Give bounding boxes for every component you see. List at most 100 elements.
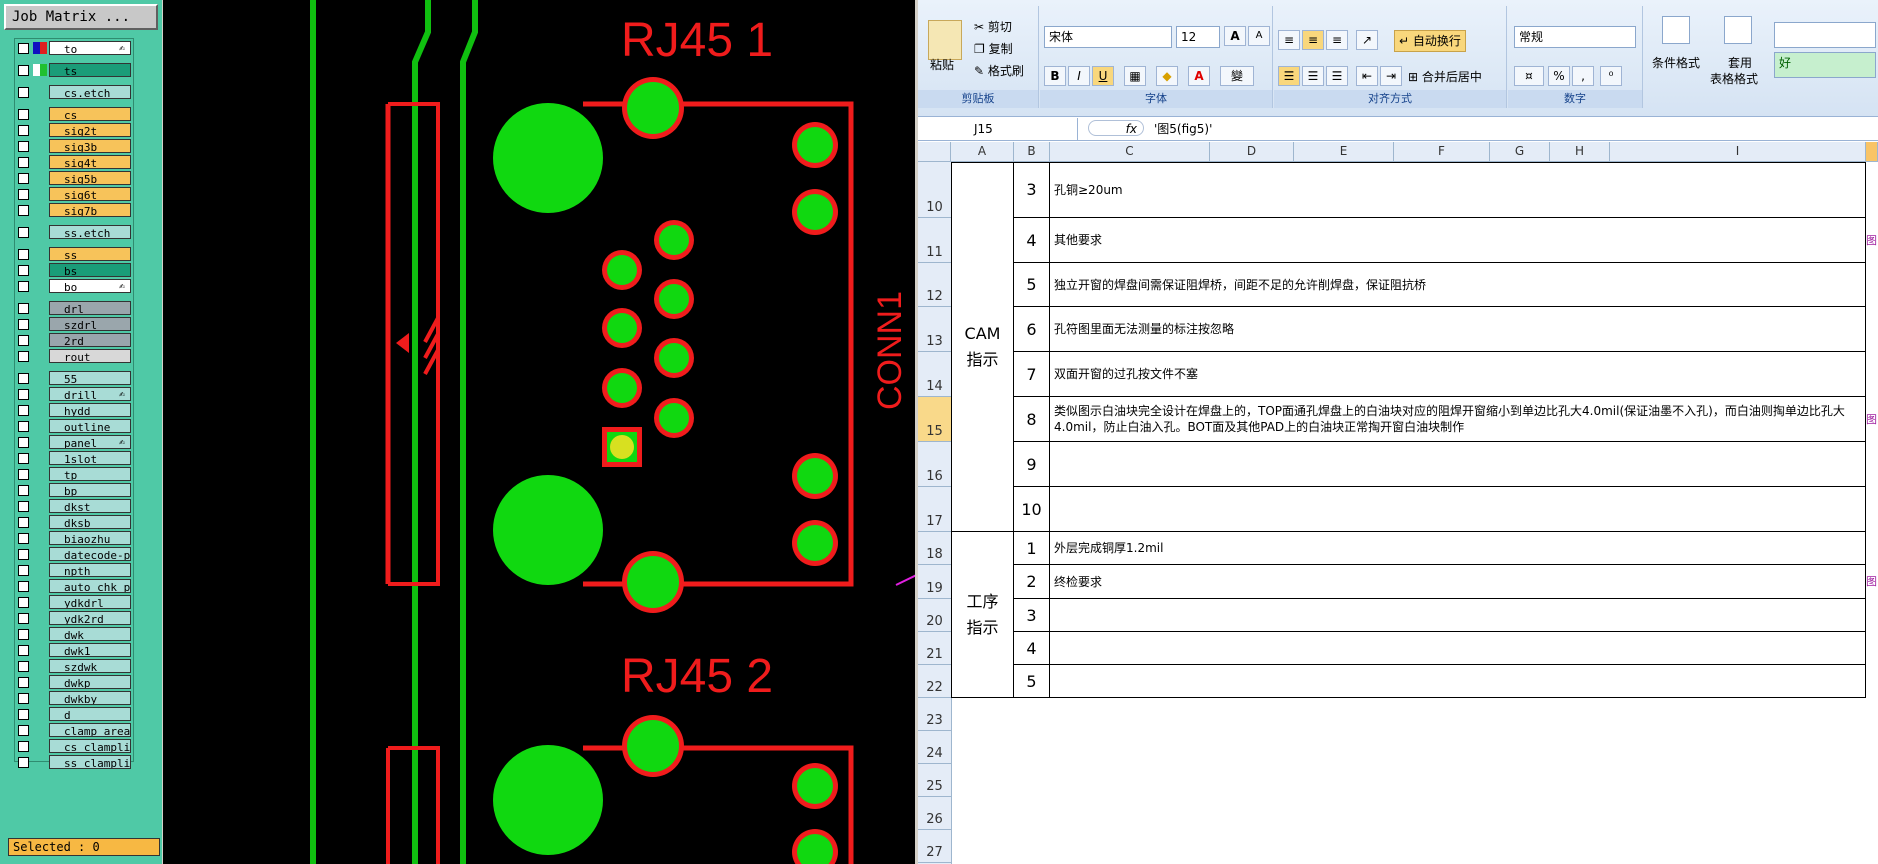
layer-row[interactable]: ss.etch bbox=[15, 225, 133, 240]
layer-checkbox[interactable] bbox=[18, 319, 29, 330]
cell-requirement[interactable] bbox=[1050, 665, 1866, 698]
layer-name[interactable]: npth bbox=[49, 563, 131, 577]
layer-name[interactable]: ss_clampline bbox=[49, 755, 131, 769]
layer-name[interactable]: 2rd bbox=[49, 333, 131, 347]
align-bottom-button[interactable]: ≡ bbox=[1326, 30, 1348, 50]
italic-button[interactable]: I bbox=[1068, 66, 1090, 86]
layer-row[interactable]: sig7b bbox=[15, 203, 133, 218]
layer-checkbox[interactable] bbox=[18, 125, 29, 136]
cell-number[interactable]: 7 bbox=[1014, 352, 1050, 397]
formula-input[interactable]: '图5(fig5)' bbox=[1154, 118, 1874, 140]
cell-requirement[interactable]: 双面开窗的过孔按文件不塞 bbox=[1050, 352, 1866, 397]
group-process-instructions[interactable]: 工序 指示 bbox=[951, 532, 1014, 698]
comma-button[interactable]: , bbox=[1572, 66, 1594, 86]
layer-name[interactable]: cs_clampline bbox=[49, 739, 131, 753]
layer-row[interactable]: szdrl bbox=[15, 317, 133, 332]
align-right-button[interactable]: ☰ bbox=[1326, 66, 1348, 86]
paste-button[interactable]: 粘贴 bbox=[930, 56, 954, 73]
cell-number[interactable]: 4 bbox=[1014, 218, 1050, 263]
layer-name[interactable]: sig4t bbox=[49, 155, 131, 169]
layer-name[interactable]: ydk2rd bbox=[49, 611, 131, 625]
layer-checkbox[interactable] bbox=[18, 351, 29, 362]
layer-row[interactable]: bo ✍ bbox=[15, 279, 133, 294]
layer-checkbox[interactable] bbox=[18, 533, 29, 544]
layer-name[interactable]: bs bbox=[49, 263, 131, 277]
worksheet[interactable]: 3 孔铜≥20um 4 其他要求图 5 独立开窗的焊盘间需保证阻焊桥，间距不足的允许削焊盘… bbox=[918, 162, 1878, 864]
layer-name[interactable]: datecode-pbe bbox=[49, 547, 131, 561]
layer-row[interactable]: d bbox=[15, 707, 133, 722]
layer-checkbox[interactable] bbox=[18, 725, 29, 736]
style-normal-swatch[interactable] bbox=[1774, 22, 1876, 48]
conditional-format-button[interactable]: 条件格式 bbox=[1652, 54, 1700, 71]
layer-row[interactable]: auto_chk_pn bbox=[15, 579, 133, 594]
shrink-font-button[interactable]: A bbox=[1248, 26, 1270, 46]
layer-row[interactable]: ydk2rd bbox=[15, 611, 133, 626]
decimal-button[interactable]: ⁰ bbox=[1600, 66, 1622, 86]
cell-requirement[interactable] bbox=[1050, 599, 1866, 632]
layer-checkbox[interactable] bbox=[18, 453, 29, 464]
column-header[interactable]: B bbox=[1014, 142, 1050, 161]
table-format-label-1[interactable]: 套用 bbox=[1728, 54, 1752, 71]
layer-row[interactable]: szdwk bbox=[15, 659, 133, 674]
column-header[interactable]: F bbox=[1394, 142, 1490, 161]
layer-checkbox[interactable] bbox=[18, 303, 29, 314]
layer-checkbox[interactable] bbox=[18, 741, 29, 752]
layer-name[interactable]: dwkp bbox=[49, 675, 131, 689]
layer-name[interactable]: ss.etch bbox=[49, 225, 131, 239]
layer-row[interactable]: drl bbox=[15, 301, 133, 316]
layer-row[interactable]: sig2t bbox=[15, 123, 133, 138]
layer-row[interactable]: dkst bbox=[15, 499, 133, 514]
cell-number[interactable]: 10 bbox=[1014, 487, 1050, 532]
layer-checkbox[interactable] bbox=[18, 517, 29, 528]
layer-checkbox[interactable] bbox=[18, 677, 29, 688]
layer-checkbox[interactable] bbox=[18, 87, 29, 98]
layer-name[interactable]: auto_chk_pn bbox=[49, 579, 131, 593]
layer-checkbox[interactable] bbox=[18, 265, 29, 276]
phonetic-button[interactable]: 變 bbox=[1220, 66, 1254, 86]
layer-name[interactable]: cs.etch bbox=[49, 85, 131, 99]
layer-checkbox[interactable] bbox=[18, 549, 29, 560]
bold-button[interactable]: B bbox=[1044, 66, 1066, 86]
column-header[interactable] bbox=[1866, 142, 1878, 161]
cell-requirement[interactable] bbox=[1050, 632, 1866, 665]
layer-row[interactable]: npth bbox=[15, 563, 133, 578]
layer-name[interactable]: d bbox=[49, 707, 131, 721]
cell-number[interactable]: 6 bbox=[1014, 307, 1050, 352]
layer-row[interactable]: dwk bbox=[15, 627, 133, 642]
layer-row[interactable]: cs bbox=[15, 107, 133, 122]
layer-row[interactable]: sig6t bbox=[15, 187, 133, 202]
layer-name[interactable]: sig3b bbox=[49, 139, 131, 153]
layer-checkbox[interactable] bbox=[18, 757, 29, 768]
layer-row[interactable]: hydd bbox=[15, 403, 133, 418]
layer-row[interactable]: rout bbox=[15, 349, 133, 364]
layer-name[interactable]: rout bbox=[49, 349, 131, 363]
fill-color-button[interactable]: ◆ bbox=[1156, 66, 1178, 86]
layer-name[interactable]: cs bbox=[49, 107, 131, 121]
column-header[interactable]: D bbox=[1210, 142, 1294, 161]
layer-row[interactable]: biaozhu bbox=[15, 531, 133, 546]
cell-requirement[interactable]: 独立开窗的焊盘间需保证阻焊桥，间距不足的允许削焊盘，保证阻抗桥 bbox=[1050, 263, 1866, 307]
align-middle-button[interactable]: ≡ bbox=[1302, 30, 1324, 50]
layer-checkbox[interactable] bbox=[18, 373, 29, 384]
layer-checkbox[interactable] bbox=[18, 281, 29, 292]
layer-row[interactable]: tp bbox=[15, 467, 133, 482]
table-format-icon[interactable] bbox=[1724, 16, 1752, 44]
layer-name[interactable]: dwk bbox=[49, 627, 131, 641]
underline-button[interactable]: U bbox=[1092, 66, 1114, 86]
layer-row[interactable]: dwk1 bbox=[15, 643, 133, 658]
layer-checkbox[interactable] bbox=[18, 389, 29, 400]
cell-requirement[interactable]: 孔铜≥20um bbox=[1050, 162, 1866, 218]
figure-link-marker[interactable]: 图 bbox=[1866, 412, 1878, 428]
cell-number[interactable]: 5 bbox=[1014, 263, 1050, 307]
layer-checkbox[interactable] bbox=[18, 249, 29, 260]
paste-icon[interactable] bbox=[928, 20, 962, 60]
layer-row[interactable]: outline bbox=[15, 419, 133, 434]
column-header[interactable]: C bbox=[1050, 142, 1210, 161]
layer-checkbox[interactable] bbox=[18, 485, 29, 496]
cell-requirement[interactable]: 终检要求 bbox=[1050, 565, 1866, 599]
decrease-indent-button[interactable]: ⇤ bbox=[1356, 66, 1378, 86]
layer-checkbox[interactable] bbox=[18, 645, 29, 656]
cell-number[interactable]: 9 bbox=[1014, 442, 1050, 487]
layer-name[interactable]: szdrl bbox=[49, 317, 131, 331]
layer-checkbox[interactable] bbox=[18, 629, 29, 640]
